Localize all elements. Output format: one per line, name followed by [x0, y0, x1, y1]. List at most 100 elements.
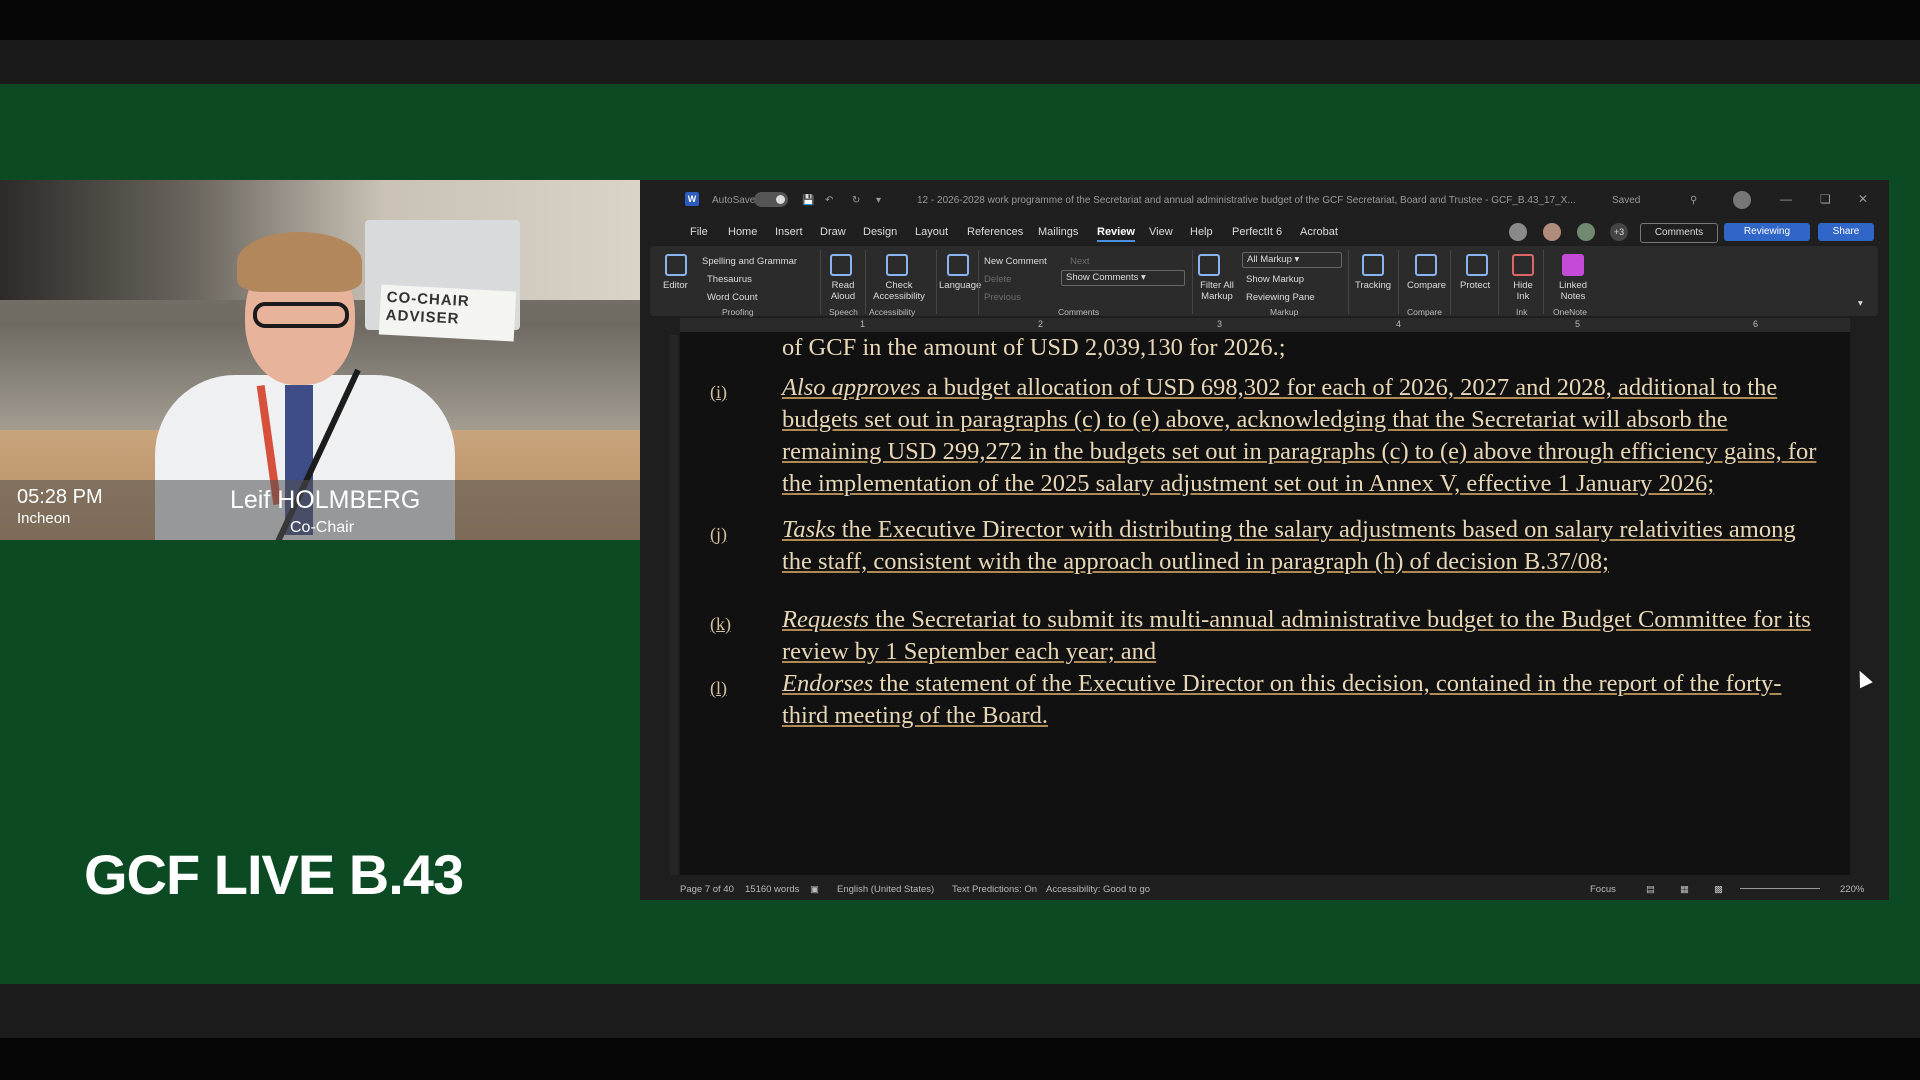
group-onenote: OneNote: [1553, 307, 1588, 317]
tab-file[interactable]: File: [690, 226, 708, 238]
restore-icon[interactable]: ❏: [1820, 192, 1831, 206]
undo-icon[interactable]: ↶: [825, 195, 833, 206]
filter-all-markup-button[interactable]: Filter All Markup: [1195, 280, 1239, 302]
markup-display-dropdown[interactable]: All Markup ▾: [1242, 252, 1342, 268]
thesaurus-button[interactable]: Thesaurus: [707, 274, 752, 285]
word-app-icon: W: [685, 192, 699, 206]
local-time: 05:28 PM: [17, 486, 103, 508]
save-icon[interactable]: 💾: [802, 195, 814, 206]
close-icon[interactable]: ✕: [1858, 192, 1868, 206]
speaker-name: Leif HOLMBERG: [230, 486, 421, 514]
tab-insert[interactable]: Insert: [775, 226, 803, 238]
user-avatar[interactable]: [1733, 191, 1751, 209]
letterbox-top: [0, 0, 1920, 40]
ribbon-review: Editor Spelling and Grammar Thesaurus Wo…: [650, 246, 1878, 317]
proofing-icon[interactable]: ▣: [810, 884, 819, 895]
filter-markup-icon[interactable]: [1198, 254, 1220, 276]
group-speech: Speech: [829, 307, 858, 317]
hide-ink-icon[interactable]: [1512, 254, 1534, 276]
broadcast-title: GCF LIVE B.43: [84, 843, 464, 906]
tab-references[interactable]: References: [967, 226, 1023, 238]
collaborator-avatar[interactable]: [1577, 223, 1595, 241]
read-mode-icon[interactable]: ▤: [1646, 884, 1655, 895]
delete-comment-button[interactable]: Delete: [984, 274, 1011, 285]
paragraph-i: Also approves a budget allocation of USD…: [782, 374, 1817, 497]
horizontal-ruler[interactable]: 1 2 3 4 5 6: [680, 318, 1850, 333]
tab-review[interactable]: Review: [1097, 226, 1135, 242]
spelling-grammar-button[interactable]: Spelling and Grammar: [702, 256, 797, 267]
autosave-toggle[interactable]: [754, 192, 788, 207]
check-accessibility-button[interactable]: Check Accessibility: [868, 280, 930, 302]
compare-icon[interactable]: [1415, 254, 1437, 276]
search-icon[interactable]: ⚲: [1690, 195, 1697, 206]
autosave-label: AutoSave: [712, 195, 756, 206]
collaborator-avatar[interactable]: [1543, 223, 1561, 241]
redo-icon[interactable]: ↻: [852, 195, 860, 206]
text-predictions-indicator[interactable]: Text Predictions: On: [952, 884, 1037, 895]
page-indicator[interactable]: Page 7 of 40: [680, 884, 734, 895]
read-aloud-icon[interactable]: [830, 254, 852, 276]
letterbox-band: [0, 40, 1920, 84]
speaker-role: Co-Chair: [290, 519, 355, 536]
qat-chevron-icon[interactable]: ▾: [876, 195, 881, 206]
web-layout-icon[interactable]: ▩: [1714, 884, 1723, 895]
language-button[interactable]: Language: [939, 280, 981, 291]
previous-comment-button[interactable]: Previous: [984, 292, 1021, 303]
word-window: W AutoSave 💾 ↶ ↻ ▾ 12 - 2026-2028 work p…: [640, 180, 1889, 900]
tab-draw[interactable]: Draw: [820, 226, 846, 238]
title-bar: W AutoSave 💾 ↶ ↻ ▾ 12 - 2026-2028 work p…: [640, 180, 1889, 220]
show-markup-button[interactable]: Show Markup: [1246, 274, 1304, 285]
collaborator-avatar[interactable]: [1509, 223, 1527, 241]
tab-view[interactable]: View: [1149, 226, 1173, 238]
paragraph-k: Requests the Secretariat to submit its m…: [782, 606, 1811, 665]
protect-icon[interactable]: [1466, 254, 1488, 276]
comments-button[interactable]: Comments: [1640, 223, 1718, 243]
show-comments-dropdown[interactable]: Show Comments ▾: [1061, 270, 1185, 286]
reviewing-button[interactable]: Reviewing: [1724, 223, 1810, 241]
check-accessibility-icon[interactable]: [886, 254, 908, 276]
print-layout-icon[interactable]: ▦: [1680, 884, 1689, 895]
next-comment-button[interactable]: Next: [1070, 256, 1090, 267]
zoom-level[interactable]: 220%: [1840, 884, 1864, 895]
paragraph-label: (i): [710, 382, 727, 402]
protect-button[interactable]: Protect: [1460, 280, 1490, 291]
language-icon[interactable]: [947, 254, 969, 276]
zoom-slider[interactable]: [1740, 888, 1820, 889]
editor-icon[interactable]: [665, 254, 687, 276]
group-ink: Ink: [1516, 307, 1528, 317]
new-comment-button[interactable]: New Comment: [984, 256, 1047, 267]
read-aloud-button[interactable]: Read Aloud: [826, 280, 860, 302]
vertical-ruler[interactable]: [670, 335, 678, 875]
editor-button[interactable]: Editor: [663, 280, 688, 291]
language-indicator[interactable]: English (United States): [837, 884, 934, 895]
tab-help[interactable]: Help: [1190, 226, 1213, 238]
linked-notes-button[interactable]: Linked Notes: [1553, 280, 1593, 302]
tracking-button[interactable]: Tracking: [1355, 280, 1391, 291]
document-title: 12 - 2026-2028 work programme of the Sec…: [917, 195, 1576, 206]
ribbon-collapse-icon[interactable]: ▾: [1858, 298, 1863, 309]
letterbox-band-bottom: [0, 984, 1920, 1038]
more-collaborators[interactable]: +3: [1610, 223, 1628, 241]
tab-perfectit[interactable]: PerfectIt 6: [1232, 226, 1282, 238]
tab-mailings[interactable]: Mailings: [1038, 226, 1078, 238]
tab-design[interactable]: Design: [863, 226, 897, 238]
tracking-icon[interactable]: [1362, 254, 1384, 276]
focus-button[interactable]: Focus: [1590, 884, 1616, 895]
status-bar: Page 7 of 40 15160 words ▣ English (Unit…: [640, 877, 1889, 900]
onenote-icon[interactable]: [1562, 254, 1584, 276]
accessibility-indicator[interactable]: Accessibility: Good to go: [1046, 884, 1150, 895]
tab-home[interactable]: Home: [728, 226, 757, 238]
share-button[interactable]: Share: [1818, 223, 1874, 241]
reviewing-pane-button[interactable]: Reviewing Pane: [1246, 292, 1315, 303]
word-count-indicator[interactable]: 15160 words: [745, 884, 799, 895]
tab-acrobat[interactable]: Acrobat: [1300, 226, 1338, 238]
tab-layout[interactable]: Layout: [915, 226, 948, 238]
minimize-icon[interactable]: —: [1780, 192, 1792, 206]
document-page[interactable]: of GCF in the amount of USD 2,039,130 fo…: [680, 332, 1850, 875]
paragraph-label: (l): [710, 678, 727, 698]
word-count-button[interactable]: Word Count: [707, 292, 758, 303]
hide-ink-button[interactable]: Hide Ink: [1508, 280, 1538, 302]
saved-status[interactable]: Saved: [1612, 195, 1640, 206]
compare-button[interactable]: Compare: [1407, 280, 1446, 291]
paragraph-l: Endorses the statement of the Executive …: [782, 670, 1782, 729]
